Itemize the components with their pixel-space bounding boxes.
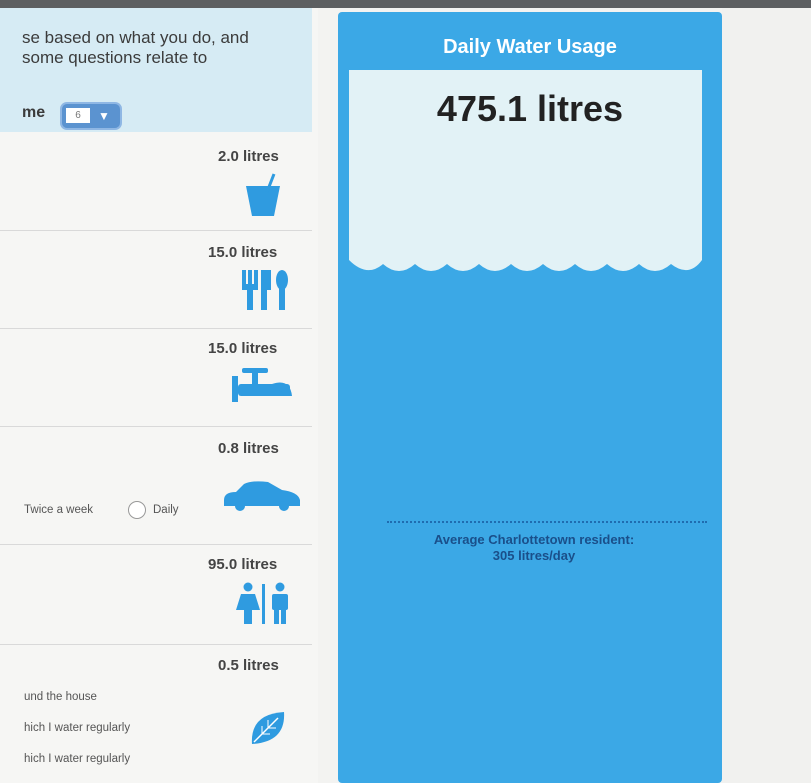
intro-line-1: se based on what you do, and: [22, 28, 249, 47]
row-divider: [0, 328, 312, 329]
watering-line-2: hich I water regularly: [24, 722, 131, 734]
leaf-icon: [248, 708, 288, 753]
item-amount-1: 2.0 litres: [218, 148, 279, 165]
watering-line-3: hich I water regularly: [24, 753, 131, 765]
restroom-icon: [236, 582, 292, 629]
intro-box: se based on what you do, and some questi…: [0, 8, 312, 132]
drinking-glass-icon: [244, 172, 284, 223]
frequency-option-twice-week: Twice a week: [24, 504, 94, 516]
usage-total: 475.1 litres: [436, 88, 624, 129]
top-bezel: [0, 0, 811, 8]
daily-usage-panel: Daily Water Usage 475.1 litres Average C…: [338, 12, 722, 783]
usage-title: Daily Water Usage: [443, 36, 617, 58]
car-icon: [222, 480, 302, 517]
watering-line-1: und the house: [24, 691, 97, 703]
row-divider: [0, 644, 312, 645]
radio-daily[interactable]: [128, 501, 146, 519]
household-size-select[interactable]: 6 ▼: [62, 104, 120, 128]
utensils-icon: [240, 268, 292, 317]
average-line: [387, 521, 707, 523]
item-amount-3: 15.0 litres: [208, 340, 278, 357]
row-divider: [0, 544, 312, 545]
faucet-icon: [232, 366, 296, 409]
household-label: me: [22, 104, 46, 121]
average-label: Average Charlottetown resident:: [433, 532, 635, 547]
item-amount-5: 95.0 litres: [208, 556, 278, 573]
row-divider: [0, 230, 312, 231]
row-divider: [0, 426, 312, 427]
chevron-down-icon: ▼: [98, 109, 110, 123]
item-amount-4: 0.8 litres: [218, 440, 279, 457]
page-background: [722, 8, 811, 783]
item-amount-6: 0.5 litres: [218, 657, 279, 674]
intro-line-2: some questions relate to: [22, 48, 208, 67]
household-size-value: 6: [66, 108, 90, 123]
frequency-option-daily: Daily: [153, 504, 179, 516]
item-amount-2: 15.0 litres: [208, 244, 278, 261]
average-value: 305 litres/day: [492, 548, 576, 563]
